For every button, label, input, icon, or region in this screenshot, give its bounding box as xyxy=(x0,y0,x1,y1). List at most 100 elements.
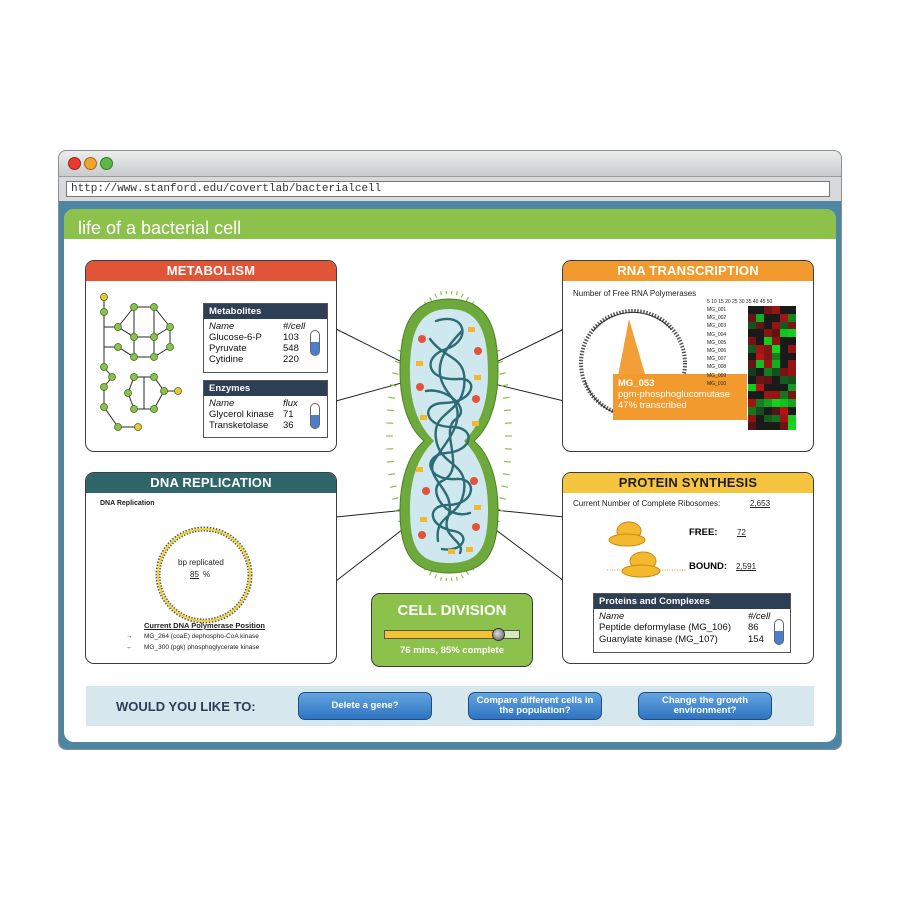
heatmap-cell xyxy=(788,344,796,353)
bacterial-cell-illustration xyxy=(386,291,512,581)
heatmap-cell xyxy=(788,399,796,407)
metabolites-title: Metabolites xyxy=(204,304,327,319)
ribosome-icons xyxy=(607,521,687,578)
metabolites-box[interactable]: Metabolites Name #/cell Glucose-6-P 103 … xyxy=(203,303,328,373)
heatmap-cell xyxy=(772,306,780,314)
cilium xyxy=(429,570,433,576)
proteins-complexes-box[interactable]: Proteins and Complexes Name #/cell Pepti… xyxy=(593,593,791,653)
rna-transcription-panel[interactable]: RNA TRANSCRIPTION Number of Free RNA Pol… xyxy=(562,260,814,452)
metabolites-col-name: Name xyxy=(209,321,235,332)
heatmap-cell xyxy=(764,313,772,322)
callout-gene-name: pgm-phosphoglucomutase xyxy=(618,389,730,400)
heatmap-cell xyxy=(772,399,780,407)
bp-replicated-value: 85 xyxy=(190,570,199,579)
expression-heatmap[interactable] xyxy=(748,306,796,430)
cilium xyxy=(465,296,469,302)
complexes-col-value: #/cell xyxy=(748,611,771,622)
change-environment-button[interactable]: Change the growth environment? xyxy=(638,692,772,720)
heatmap-cell xyxy=(748,414,756,423)
cilium xyxy=(455,576,459,581)
heatmap-cell xyxy=(764,352,772,361)
heatmap-cell xyxy=(756,391,764,399)
heatmap-cell xyxy=(788,306,796,314)
cilium xyxy=(502,473,510,476)
test-tube-icon xyxy=(774,619,784,645)
heatmap-cell xyxy=(788,406,796,415)
complex-value: 86 xyxy=(748,622,759,633)
heatmap-cell xyxy=(748,406,756,415)
enzymes-title: Enzymes xyxy=(204,381,327,396)
ribosome-count-value: 2,653 xyxy=(750,499,771,508)
rna-transcription-title: RNA TRANSCRIPTION xyxy=(563,261,813,281)
cell-division-panel[interactable]: CELL DIVISION 76 mins, 85% complete xyxy=(371,593,533,667)
heatmap-cell xyxy=(788,368,796,376)
heatmap-cell xyxy=(780,321,788,330)
cilium xyxy=(502,396,510,399)
heatmap-cell xyxy=(788,360,796,368)
minimize-window-icon[interactable] xyxy=(84,157,97,170)
delete-gene-button[interactable]: Delete a gene? xyxy=(298,692,432,720)
heatmap-cell xyxy=(764,337,772,345)
heatmap-cell xyxy=(772,375,780,384)
cilium xyxy=(460,293,464,298)
heatmap-cell xyxy=(764,321,772,330)
heatmap-gene-label: MG_002 xyxy=(707,315,727,322)
heatmap-cell xyxy=(772,321,780,330)
heatmap-gene-label: MG_010 xyxy=(707,380,727,387)
heatmap-cell xyxy=(748,375,756,384)
heatmap-cell xyxy=(764,391,772,399)
protein-synthesis-panel[interactable]: PROTEIN SYNTHESIS Current Number of Comp… xyxy=(562,472,814,664)
heatmap-gene-label: MG_009 xyxy=(707,372,727,379)
enzyme-name: Glycerol kinase xyxy=(209,409,274,420)
free-ribosome-icon xyxy=(608,521,646,547)
heatmap-cell xyxy=(780,391,788,399)
heatmap-cell xyxy=(788,375,796,384)
action-bar: WOULD YOU LIKE TO: Delete a gene? Compar… xyxy=(86,686,814,726)
free-ribosomes-value: 72 xyxy=(737,528,746,537)
heatmap-cell xyxy=(788,422,796,430)
heatmap-gene-label: MG_007 xyxy=(707,356,727,363)
polymerase-reverse-arrow-icon: ← xyxy=(126,644,133,651)
heatmap-cell xyxy=(748,321,756,330)
cilium xyxy=(439,576,443,581)
browser-window: http://www.stanford.edu/covertlab/bacter… xyxy=(58,150,842,750)
dna-replication-panel[interactable]: DNA REPLICATION DNA Replication bp repli… xyxy=(85,472,337,664)
heatmap-cell xyxy=(788,329,796,337)
heatmap-cell xyxy=(772,329,780,337)
heatmap-cell xyxy=(756,329,764,337)
transcription-callout[interactable]: MG_053 pgm-phosphoglucomutase 47% transc… xyxy=(613,374,747,420)
heatmap-cell xyxy=(764,422,772,430)
cilium xyxy=(501,485,509,488)
enzymes-box[interactable]: Enzymes Name flux Glycerol kinase 71 Tra… xyxy=(203,380,328,438)
heatmap-cell xyxy=(788,337,796,345)
division-progress-bar[interactable] xyxy=(384,628,520,641)
division-progress-knob[interactable] xyxy=(491,628,505,641)
heatmap-cell xyxy=(748,399,756,407)
polymerase-position-title: Current DNA Polymerase Position xyxy=(144,621,265,630)
chromosome-ring-diagram xyxy=(579,309,687,417)
cilium xyxy=(429,296,433,302)
cilium xyxy=(388,473,396,476)
heatmap-cell xyxy=(772,422,780,430)
heatmap-gene-label: MG_003 xyxy=(707,323,727,330)
bp-replicated-label: bp replicated xyxy=(178,558,224,567)
enzyme-value: 71 xyxy=(283,409,294,420)
heatmap-cell xyxy=(748,306,756,314)
close-window-icon[interactable] xyxy=(68,157,81,170)
heatmap-cell xyxy=(756,383,764,392)
heatmap-cell xyxy=(788,383,796,392)
cilium xyxy=(455,291,459,296)
metabolite-value: 103 xyxy=(283,332,299,343)
heatmap-cell xyxy=(780,422,788,430)
polymerase-forward-arrow-icon: → xyxy=(126,633,133,640)
zoom-window-icon[interactable] xyxy=(100,157,113,170)
metabolism-panel[interactable]: METABOLISM Metabolites Name #/cell Gluco… xyxy=(85,260,337,452)
compare-cells-button[interactable]: Compare different cells in the populatio… xyxy=(468,692,602,720)
address-bar[interactable]: http://www.stanford.edu/covertlab/bacter… xyxy=(66,181,830,197)
enzymes-col-name: Name xyxy=(209,398,235,409)
callout-status: 47% transcribed xyxy=(618,400,687,411)
polymerase-position: MG_300 (pgk) phosphoglycerate kinase xyxy=(144,644,260,651)
heatmap-cell xyxy=(748,329,756,337)
heatmap-cell xyxy=(756,422,764,430)
heatmap-header: 5 10 15 20 25 30 35 40 45 50 xyxy=(707,299,773,305)
